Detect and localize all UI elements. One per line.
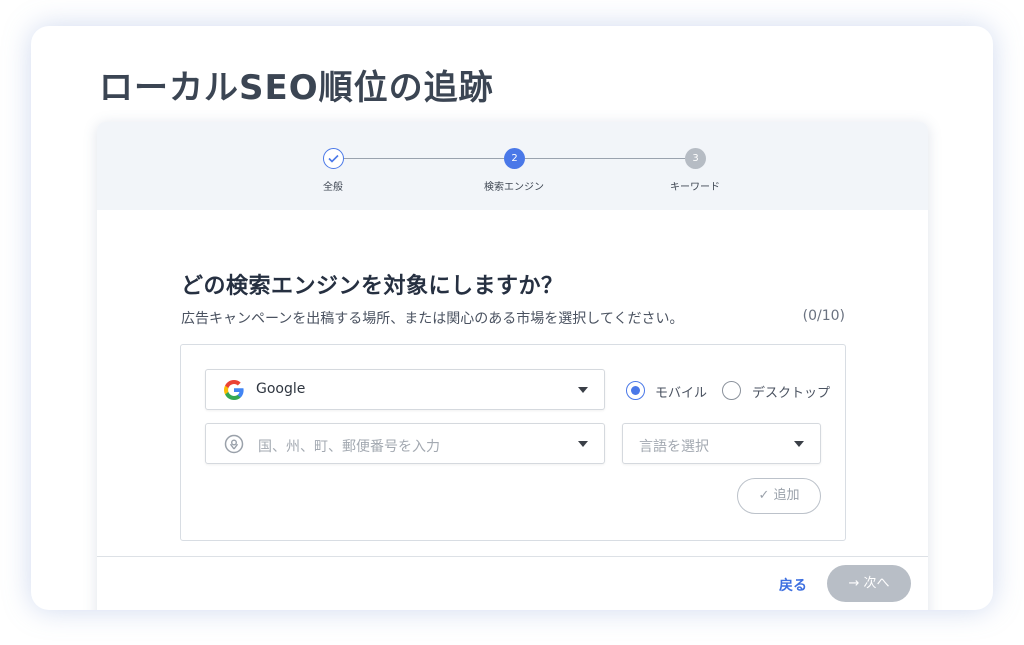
step-2-indicator: 2: [504, 148, 525, 169]
device-mobile-label[interactable]: モバイル: [655, 382, 707, 401]
step-3-indicator: 3: [685, 148, 706, 169]
page-title: ローカルSEO順位の追跡: [99, 68, 494, 108]
step-label-keywords: キーワード: [670, 182, 720, 193]
add-button[interactable]: ✓ 追加: [737, 478, 821, 514]
google-icon: [224, 380, 244, 400]
selection-counter: (0/10): [802, 308, 845, 324]
search-engine-value: Google: [256, 381, 306, 397]
language-select[interactable]: 言語を選択: [622, 423, 821, 464]
location-input[interactable]: 国、州、町、郵便番号を入力: [205, 423, 605, 464]
step-1-check-icon[interactable]: [323, 148, 344, 169]
chevron-down-icon: [578, 441, 588, 447]
back-button[interactable]: 戻る: [779, 575, 807, 595]
footer-divider: [97, 556, 928, 557]
search-engine-form: Google モバイル デスクトップ 国、州、町、郵便番号を入力 言語を選択 ✓…: [180, 344, 846, 541]
language-placeholder: 言語を選択: [639, 439, 709, 455]
step-connector: [344, 158, 504, 159]
stepper: 全般 2 検索エンジン 3 キーワード: [97, 122, 928, 210]
location-placeholder: 国、州、町、郵便番号を入力: [258, 439, 440, 455]
wizard-panel: 全般 2 検索エンジン 3 キーワード どの検索エンジンを対象にしますか？ 広告…: [97, 122, 928, 610]
location-pin-icon: [224, 434, 244, 454]
chevron-down-icon: [794, 441, 804, 447]
step-label-search-engine: 検索エンジン: [484, 182, 544, 193]
device-desktop-label[interactable]: デスクトップ: [752, 382, 830, 401]
step-subtitle: 広告キャンペーンを出稿する場所、または関心のある市場を選択してください。: [181, 311, 684, 327]
chevron-down-icon: [578, 387, 588, 393]
device-mobile-radio[interactable]: [626, 381, 645, 400]
step-connector: [525, 158, 685, 159]
next-button[interactable]: → 次へ: [827, 565, 911, 602]
step-label-general[interactable]: 全般: [273, 178, 393, 193]
search-engine-select[interactable]: Google: [205, 369, 605, 410]
main-card: ローカルSEO順位の追跡 全般 2 検索エンジン 3 キーワード どの検索エンジ…: [31, 26, 993, 610]
device-desktop-radio[interactable]: [722, 381, 741, 400]
step-question: どの検索エンジンを対象にしますか？: [181, 274, 564, 299]
